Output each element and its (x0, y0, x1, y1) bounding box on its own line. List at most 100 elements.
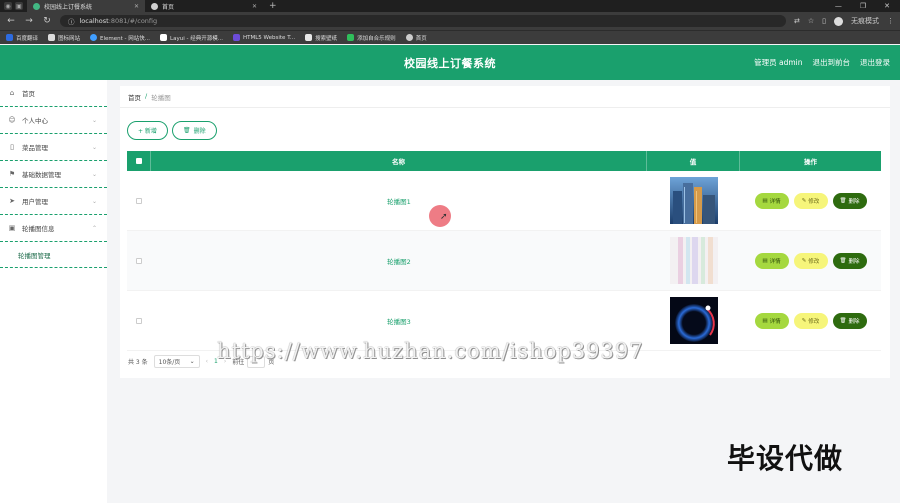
sidebar-subitem-carousel-manage[interactable]: 轮播图管理 (0, 242, 107, 268)
carousel-table: 名称 值 操作 轮播图1 ▤ 详情 ✎ 修改 🗑 删除 轮播图2 ▤ 详情 ✎ … (127, 151, 881, 351)
delete-button[interactable]: 🗑 删除 (832, 192, 867, 209)
url-input[interactable]: ⓘ localhost:8081/#/config (60, 15, 786, 27)
image-cell (647, 171, 740, 230)
globe-favicon-icon (151, 2, 158, 10)
browser-tab-label: 校园线上订餐系统 (44, 3, 93, 11)
back-icon[interactable]: ← (6, 16, 16, 26)
app-title: 校园线上订餐系统 (404, 56, 496, 70)
bookmark-item[interactable]: 图标网站 (48, 34, 80, 42)
chevron-up-icon: ⌃ (91, 224, 97, 232)
bookmark-item[interactable]: 百度翻译 (6, 34, 38, 42)
trash-icon: 🗑 (182, 127, 191, 134)
bookmark-icon (48, 34, 56, 41)
cursor-icon: ➚ (440, 212, 448, 222)
bookmark-star-icon[interactable]: ☆ (808, 17, 814, 25)
detail-button[interactable]: ▤ 详情 (754, 192, 789, 209)
bookmark-icon (6, 34, 13, 41)
browser-address-bar: ← → ↻ ⓘ localhost:8081/#/config ⇄ ☆ ▯ 无痕… (0, 12, 900, 30)
row-checkbox[interactable] (136, 197, 142, 204)
sidebar-item-carousel[interactable]: ▣ 轮播图信息 ⌃ (0, 215, 107, 242)
bookmark-item[interactable]: 添加自合乐规则 (347, 34, 396, 42)
detail-button[interactable]: ▤ 详情 (754, 252, 789, 269)
maximize-icon[interactable]: ❐ (860, 2, 866, 10)
menu-icon[interactable]: ⋮ (887, 17, 894, 25)
thumbnail-pastel[interactable] (669, 237, 718, 284)
back-to-front-link[interactable]: 退出到前台 (813, 57, 851, 68)
flag-icon: ⚑ (8, 170, 16, 178)
edit-button[interactable]: ✎ 修改 (793, 252, 828, 269)
delete-button[interactable]: 🗑 删除 (832, 252, 867, 269)
current-user: 管理员 admin (754, 58, 803, 67)
close-tab-icon[interactable]: ✕ (252, 3, 257, 10)
profile-avatar[interactable] (834, 16, 843, 26)
sidebar-item-dishes[interactable]: ▯ 菜品管理 ⌄ (0, 134, 107, 161)
select-all-checkbox[interactable] (135, 158, 142, 164)
send-icon: ➤ (9, 197, 15, 205)
row-checkbox[interactable] (136, 257, 142, 264)
divider (120, 107, 890, 108)
trash-icon: 🗑 (839, 317, 847, 324)
reload-icon[interactable]: ↻ (42, 16, 52, 26)
sidebar-item-home[interactable]: ⌂ 首页 (0, 80, 107, 107)
chevron-down-icon: ⌄ (91, 197, 97, 205)
edit-button[interactable]: ✎ 修改 (793, 192, 828, 209)
profile-label[interactable]: 无痕模式 (851, 16, 879, 26)
sidebar: ⌂ 首页 ☺ 个人中心 ⌄ ▯ 菜品管理 ⌄ ⚑ 基础数据管理 ⌄ ➤ 用户管理… (0, 80, 107, 503)
tab-search-icon[interactable]: ◉ (4, 2, 12, 10)
bookmark-item[interactable]: 搜索壁纸 (305, 34, 337, 42)
app-header: 校园线上订餐系统 管理员 admin 退出到前台 退出登录 (0, 45, 900, 80)
bookmark-icon (232, 34, 240, 41)
breadcrumb: 首页 / 轮播图 (128, 92, 171, 102)
edit-icon: ✎ (801, 257, 807, 264)
delete-button[interactable]: 🗑 删除 (832, 312, 867, 329)
edit-icon: ✎ (801, 197, 807, 204)
tab-group-icon[interactable]: ▣ (15, 2, 23, 10)
page-size-select[interactable]: 10条/页 ⌄ (153, 355, 200, 368)
row-checkbox-cell (127, 231, 151, 290)
detail-button[interactable]: ▤ 详情 (754, 312, 789, 329)
toolbar: + 新增 🗑 删除 (127, 121, 217, 140)
bookmark-item[interactable]: 首页 (405, 34, 427, 42)
prev-page-icon[interactable]: ‹ (206, 358, 208, 365)
chevron-down-icon: ⌄ (91, 143, 97, 151)
browser-tab-home[interactable]: 首页 ✕ (145, 0, 263, 12)
sidebar-item-users[interactable]: ➤ 用户管理 ⌄ (0, 188, 107, 215)
translate-icon[interactable]: ⇄ (794, 17, 800, 25)
image-cell (647, 291, 740, 350)
sidepanel-icon[interactable]: ▯ (822, 17, 826, 25)
logout-link[interactable]: 退出登录 (860, 57, 890, 68)
trash-icon: 🗑 (839, 257, 847, 264)
globe-icon (405, 34, 413, 41)
close-tab-icon[interactable]: ✕ (134, 3, 139, 10)
bookmark-icon (347, 34, 355, 41)
bookmark-item[interactable]: Element - 网站快... (90, 34, 150, 42)
browser-tab-app[interactable]: 校园线上订餐系统 ✕ (27, 0, 145, 12)
sidebar-item-basic-data[interactable]: ⚑ 基础数据管理 ⌄ (0, 161, 107, 188)
select-all-cell (127, 151, 151, 171)
bookmark-item[interactable]: HTML5 Website T... (232, 34, 295, 41)
thumbnail-city[interactable] (669, 177, 718, 224)
sidebar-item-profile[interactable]: ☺ 个人中心 ⌄ (0, 107, 107, 134)
main-panel: 首页 / 轮播图 + 新增 🗑 删除 名称 值 操作 轮播图1 ▤ 详情 ✎ 修… (120, 86, 890, 378)
edit-button[interactable]: ✎ 修改 (793, 312, 828, 329)
close-window-icon[interactable]: ✕ (884, 2, 890, 10)
total-count: 共 3 条 (128, 359, 148, 366)
forward-icon[interactable]: → (24, 16, 34, 26)
doc-icon: ▤ (762, 197, 768, 204)
row-checkbox-cell (127, 291, 151, 350)
minimize-icon[interactable]: — (835, 2, 842, 10)
bookmark-item[interactable]: Layui - 经典开源模... (160, 34, 223, 42)
add-button[interactable]: + 新增 (127, 121, 168, 140)
row-checkbox-cell (127, 171, 151, 230)
breadcrumb-home[interactable]: 首页 (128, 92, 141, 102)
name-cell: 轮播图1 (151, 171, 647, 230)
ops-cell: ▤ 详情 ✎ 修改 🗑 删除 (740, 291, 881, 350)
column-header-name: 名称 (151, 151, 647, 171)
row-checkbox[interactable] (136, 317, 142, 324)
bookmark-icon (160, 34, 168, 41)
ops-cell: ▤ 详情 ✎ 修改 🗑 删除 (740, 231, 881, 290)
browser-tab-bar: ◉ ▣ 校园线上订餐系统 ✕ 首页 ✕ + — ❐ ✕ (0, 0, 900, 12)
thumbnail-planet[interactable] (669, 297, 718, 344)
new-tab-icon[interactable]: + (263, 1, 283, 11)
batch-delete-button[interactable]: 🗑 删除 (171, 121, 217, 140)
